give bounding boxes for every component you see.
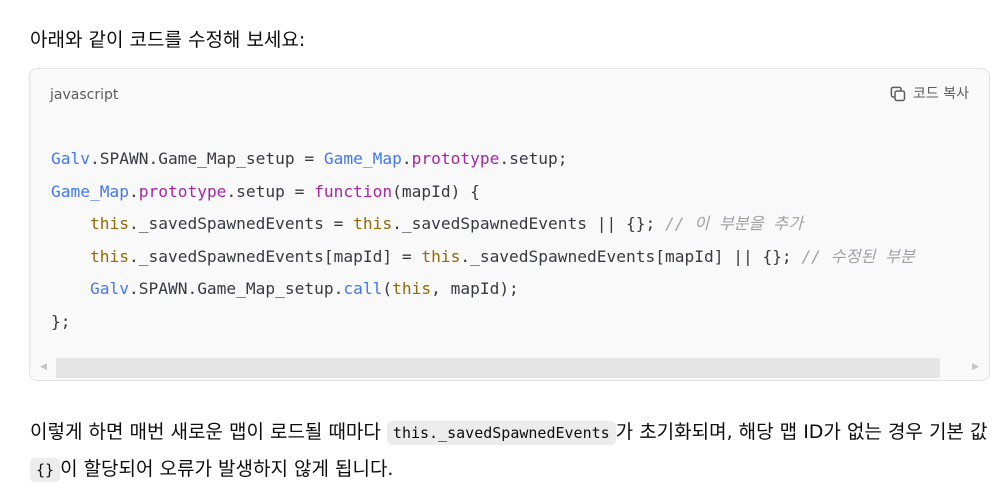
code-token: .setup; [499, 149, 568, 168]
code-token: .SPAWN.Game_Map_setup. [128, 279, 344, 299]
code-token: Game_Map [51, 181, 129, 201]
code-token: .SPAWN.Game_Map_setup = [89, 149, 324, 168]
code-token: this [89, 246, 129, 266]
code-token: this [392, 279, 432, 299]
code-token: ._savedSpawnedEvents || {}; [392, 214, 665, 234]
copy-code-button[interactable]: 코드 복사 [889, 83, 969, 105]
code-token: Game_Map [323, 149, 402, 168]
code-token: ._savedSpawnedEvents[mapId] || {}; [460, 246, 802, 266]
code-token: (mapId) { [392, 181, 480, 201]
code-token: ( [382, 279, 393, 299]
paragraph-text-3: 이 할당되어 오류가 발생하지 않게 됩니다. [60, 458, 394, 480]
code-token: }; [51, 311, 71, 331]
code-line: Galv.SPAWN.Game_Map_setup.call(this, map… [51, 273, 915, 306]
code-line: Game_Map.prototype.setup = function(mapI… [51, 176, 915, 209]
copy-code-label: 코드 복사 [913, 86, 969, 102]
code-token: ._savedSpawnedEvents = [128, 214, 354, 234]
paragraph-text-2: 가 초기화되며, 해당 맵 ID가 없는 경우 기본 값 [615, 421, 988, 443]
code-token: this [89, 214, 129, 234]
code-token: prototype [138, 181, 227, 201]
code-header: javascript 코드 복사 [30, 69, 989, 121]
copy-icon [889, 85, 907, 103]
code-line: Galv.SPAWN.Game_Map_setup = Game_Map.pro… [51, 143, 915, 176]
code-token: ._savedSpawnedEvents[mapId] = [128, 246, 422, 266]
code-content: Galv.SPAWN.Game_Map_setup = Game_Map.pro… [51, 143, 915, 339]
inline-code-saved-events: this._savedSpawnedEvents [386, 421, 616, 445]
explanation-paragraph: 이렇게 하면 매번 새로운 맵이 로드될 때마다 this._savedSpaw… [30, 414, 995, 488]
code-language-label: javascript [50, 87, 119, 103]
code-token: function [314, 181, 393, 201]
paragraph-text-1: 이렇게 하면 매번 새로운 맵이 로드될 때마다 [30, 421, 387, 443]
code-token: // 수정된 부분 [801, 246, 915, 266]
code-line: }; [51, 306, 915, 339]
code-token: Galv [89, 279, 129, 299]
scrollbar-thumb[interactable] [56, 358, 940, 378]
code-token: this [353, 214, 393, 234]
code-token: Galv [51, 149, 90, 168]
scroll-left-arrow-icon[interactable]: ◀ [40, 361, 47, 373]
code-token: .setup = [226, 181, 315, 201]
code-token: // 이 부분을 추가 [665, 214, 804, 234]
code-block: javascript 코드 복사 Galv.SPAWN.Game_Map_set… [29, 68, 990, 381]
code-token: this [421, 246, 461, 266]
scroll-right-arrow-icon[interactable]: ▶ [972, 361, 979, 373]
code-token: . [128, 181, 139, 201]
inline-code-empty-object: {} [30, 458, 61, 482]
horizontal-scrollbar[interactable]: ◀ ▶ [30, 355, 989, 379]
intro-text: 아래와 같이 코드를 수정해 보세요: [30, 29, 306, 51]
code-line: this._savedSpawnedEvents[mapId] = this._… [51, 241, 915, 274]
code-token: call [343, 279, 383, 299]
code-token: prototype [411, 149, 500, 168]
code-token: . [401, 149, 412, 168]
code-line: this._savedSpawnedEvents = this._savedSp… [51, 208, 915, 241]
code-token: , mapId); [431, 279, 519, 299]
